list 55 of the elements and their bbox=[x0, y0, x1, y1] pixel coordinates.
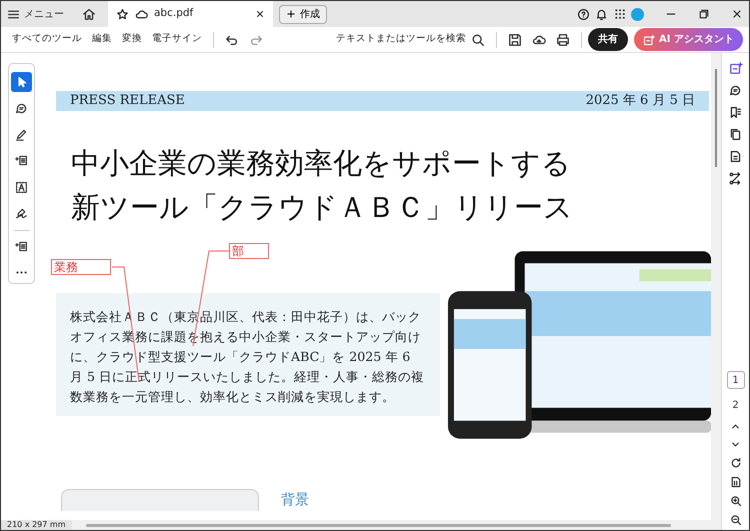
annotation-note[interactable]: 業務 bbox=[51, 259, 111, 275]
tab-title: abc.pdf bbox=[154, 6, 194, 22]
close-icon[interactable] bbox=[255, 9, 265, 19]
page-fit-icon[interactable] bbox=[730, 476, 742, 488]
close-icon[interactable] bbox=[731, 8, 743, 20]
cloud-icon bbox=[135, 8, 148, 20]
rotate-icon[interactable] bbox=[730, 457, 742, 469]
tool-menu-item[interactable]: 変換 bbox=[117, 32, 147, 47]
bookmark-icon[interactable] bbox=[729, 106, 742, 119]
zoom-in-icon[interactable] bbox=[730, 495, 742, 507]
apps-grid-icon[interactable] bbox=[614, 8, 626, 20]
tool-menu-item[interactable]: 電子サイン bbox=[147, 32, 207, 47]
press-release-label: PRESS RELEASE bbox=[70, 92, 185, 110]
plus-icon bbox=[286, 9, 296, 19]
page-size-label: 210 x 297 mm bbox=[1, 520, 72, 530]
tool-menu-item[interactable]: 編集 bbox=[87, 32, 117, 47]
cloud-upload-icon bbox=[532, 32, 546, 46]
comment-icon bbox=[15, 102, 28, 115]
search-icon bbox=[471, 32, 486, 46]
create-button[interactable]: 作成 bbox=[279, 4, 327, 24]
horizontal-scrollbar[interactable] bbox=[86, 524, 670, 526]
headline: 新ツール「クラウドＡＢＣ」リリース bbox=[71, 189, 574, 226]
ai-assistant-button[interactable]: AI アシスタント bbox=[634, 28, 743, 51]
comment-icon[interactable] bbox=[729, 84, 742, 97]
page-number-button[interactable]: 2 bbox=[726, 396, 744, 414]
zoom-out-icon[interactable] bbox=[730, 514, 742, 526]
release-date: 2025 年 6 月 5 日 bbox=[586, 92, 695, 110]
text-box-icon bbox=[15, 180, 28, 194]
share-button[interactable]: 共有 bbox=[588, 28, 628, 51]
print-icon bbox=[556, 32, 570, 46]
headline: 中小企業の業務効率化をサポートする bbox=[71, 145, 572, 182]
ai-icon[interactable] bbox=[728, 61, 742, 75]
menu-button[interactable]: メニュー bbox=[1, 1, 70, 27]
home-icon bbox=[82, 7, 96, 21]
vertical-scrollbar-thumb[interactable] bbox=[715, 69, 717, 167]
page-icon[interactable] bbox=[729, 150, 742, 163]
tool-menu-item[interactable]: すべてのツール bbox=[7, 32, 87, 47]
insert-text-icon bbox=[15, 240, 28, 254]
maximize-icon[interactable] bbox=[698, 8, 710, 20]
flow-icon[interactable] bbox=[729, 172, 742, 185]
help-icon[interactable] bbox=[576, 8, 590, 20]
bell-icon[interactable] bbox=[595, 8, 608, 20]
annotation-note[interactable]: 部 bbox=[229, 243, 269, 259]
page-number-button[interactable]: 1 bbox=[726, 371, 744, 389]
section-heading: 背景 bbox=[281, 491, 309, 510]
search-label[interactable]: テキストまたはツールを検索 bbox=[336, 32, 466, 47]
save-icon bbox=[508, 32, 522, 46]
star-icon[interactable] bbox=[116, 8, 129, 20]
menu-icon bbox=[7, 8, 20, 20]
sign-icon bbox=[15, 206, 28, 220]
ai-icon bbox=[643, 34, 656, 46]
insert-text-icon bbox=[15, 154, 28, 168]
copy-icon[interactable] bbox=[729, 128, 742, 141]
document-tab[interactable]: abc.pdf bbox=[108, 1, 273, 27]
pen-icon bbox=[15, 128, 28, 142]
